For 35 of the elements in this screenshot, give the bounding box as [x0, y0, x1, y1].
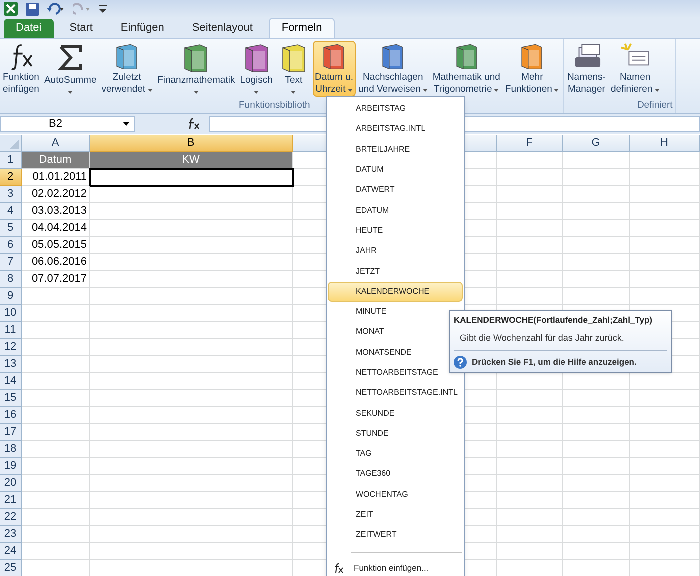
button-label: Text [285, 75, 303, 87]
button-label: Funktion [3, 72, 40, 84]
button-label: Trigonometrie [434, 84, 492, 96]
table-cell: 01.01.2011 [22, 169, 90, 186]
tooltip-description: Gibt die Wochenzahl für das Jahr zurück. [459, 332, 624, 345]
button-label: Finanzmathematik [158, 75, 236, 87]
button-label: definieren [610, 84, 653, 96]
button-label: Funktionen [505, 84, 552, 96]
button-label: verwendet [102, 84, 146, 96]
button-label: Nachschlagen [363, 72, 424, 84]
tooltip-help: Drücken Sie F1, um die Hilfe anzuzeigen. [472, 356, 637, 370]
tooltip-title: KALENDERWOCHE(Fortlaufende_Zahl;Zahl_Typ) [454, 314, 652, 327]
group-label: Definiert [637, 98, 673, 113]
button-label: Uhrzeit [316, 84, 346, 96]
header-cell: Datum [22, 152, 90, 169]
group-label: Funktionsbiblioth [239, 98, 310, 113]
button-label: einfügen [3, 84, 40, 96]
button-label: Namen [620, 72, 651, 84]
table-cell: 04.04.2014 [22, 220, 90, 237]
table-cell: 03.03.2013 [22, 203, 90, 220]
cell-reference: B2 [49, 116, 62, 132]
button-label: Manager [568, 84, 606, 96]
table-cell: 02.02.2012 [22, 186, 90, 203]
header-cell: KW [90, 152, 293, 169]
table-cell: 06.06.2016 [22, 254, 90, 271]
button-label: Mehr [522, 72, 544, 84]
button-label: Zuletzt [112, 72, 142, 84]
button-label: Logisch [240, 75, 273, 87]
button-label: und Verweisen [358, 84, 421, 96]
table-cell: 07.07.2017 [22, 271, 90, 288]
button-label: Namens- [567, 72, 606, 84]
table-cell: 05.05.2015 [22, 237, 90, 254]
button-label: AutoSumme [44, 75, 97, 87]
button-label: Datum u. [314, 72, 354, 84]
button-label: Mathematik und [432, 72, 500, 84]
